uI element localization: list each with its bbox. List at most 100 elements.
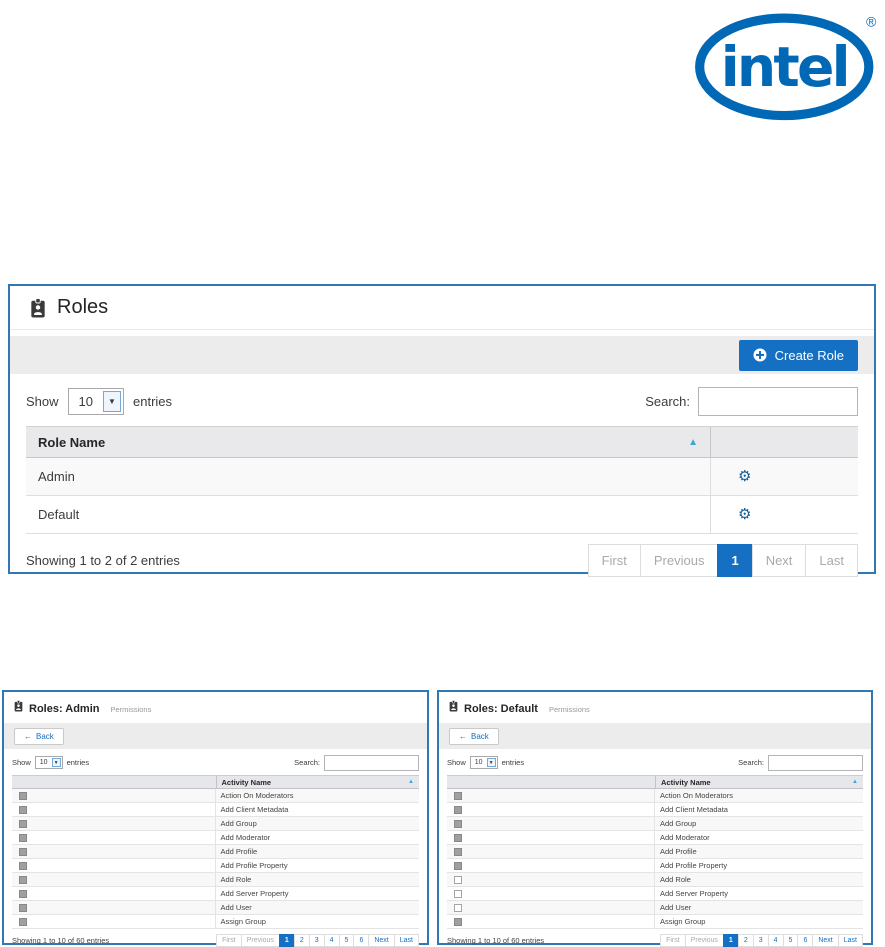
back-button[interactable]: ← Back (449, 728, 499, 745)
page-button-6[interactable]: 6 (353, 934, 369, 947)
entries-label: entries (502, 758, 525, 767)
panel-subtitle: Permissions (111, 705, 152, 714)
page-size-value: 10 (471, 759, 487, 766)
back-arrow-icon: ← (459, 732, 467, 741)
activity-checkbox[interactable] (454, 904, 462, 912)
page-size-select[interactable]: 10 ▼ (68, 388, 124, 415)
create-role-button[interactable]: Create Role (739, 340, 858, 371)
activity-row: Add Moderator (12, 831, 419, 845)
panel-subtitle: Permissions (549, 705, 590, 714)
page-button-2[interactable]: 2 (738, 934, 754, 947)
panel-title: Roles: Admin (29, 703, 100, 715)
activity-checkbox[interactable] (19, 848, 27, 856)
activity-row: Add Role (447, 873, 863, 887)
id-badge-icon (30, 298, 46, 318)
panel-toolbar: ← Back (4, 723, 427, 749)
page-button-last[interactable]: Last (394, 934, 419, 947)
column-header-activity-name[interactable]: Activity Name ▲ (216, 776, 420, 788)
page-button-5[interactable]: 5 (339, 934, 355, 947)
activity-checkbox[interactable] (19, 904, 27, 912)
gear-icon[interactable]: ⚙ (738, 469, 751, 484)
back-label: Back (36, 732, 54, 741)
column-header-role-name[interactable]: Role Name ▲ (26, 427, 710, 457)
entries-label: entries (133, 394, 172, 409)
activity-checkbox[interactable] (19, 890, 27, 898)
activity-checkbox-cell (12, 915, 216, 928)
entries-label: entries (67, 758, 90, 767)
activity-name-cell: Assign Group (216, 917, 420, 926)
activity-checkbox[interactable] (19, 918, 27, 926)
roles-admin-permissions-panel: Roles: Admin Permissions ← Back Show 10 … (2, 690, 429, 945)
activity-row: Add Profile Property (447, 859, 863, 873)
back-label: Back (471, 732, 489, 741)
activity-row: Assign Group (447, 915, 863, 929)
activity-checkbox[interactable] (454, 806, 462, 814)
activity-checkbox[interactable] (454, 890, 462, 898)
intel-logo: intel ® (694, 8, 880, 122)
activity-name-cell: Add Moderator (216, 833, 420, 842)
activity-row: Action On Moderators (447, 789, 863, 803)
entries-info: Showing 1 to 10 of 60 entries (447, 936, 544, 945)
activity-checkbox[interactable] (19, 806, 27, 814)
activity-checkbox[interactable] (19, 862, 27, 870)
chevron-down-icon: ▼ (487, 758, 496, 767)
activities-table: Activity Name ▲ Action On ModeratorsAdd … (12, 775, 419, 929)
page-button-4[interactable]: 4 (324, 934, 340, 947)
page-button-last[interactable]: Last (838, 934, 863, 947)
activity-checkbox[interactable] (454, 834, 462, 842)
page-size-select[interactable]: 10 ▼ (470, 756, 498, 769)
role-name-cell: Admin (26, 469, 710, 484)
table-controls: Show 10 ▼ entries Search: (4, 753, 427, 772)
activity-checkbox-cell (447, 831, 655, 844)
search-input[interactable] (698, 387, 858, 416)
activity-checkbox-cell (12, 789, 216, 802)
roles-table: Role Name ▲ Admin⚙Default⚙ (26, 426, 858, 534)
activity-checkbox[interactable] (454, 862, 462, 870)
activity-checkbox[interactable] (19, 834, 27, 842)
page-button-5[interactable]: 5 (783, 934, 799, 947)
search-label: Search: (294, 758, 320, 767)
roles-table-body: Admin⚙Default⚙ (26, 458, 858, 534)
search-label: Search: (645, 394, 690, 409)
page-button-next[interactable]: Next (368, 934, 394, 947)
roles-default-permissions-panel: Roles: Default Permissions ← Back Show 1… (437, 690, 873, 945)
page-button-3[interactable]: 3 (309, 934, 325, 947)
page-button-2[interactable]: 2 (294, 934, 310, 947)
activity-name-header-label: Activity Name (661, 778, 711, 787)
page-button-next[interactable]: Next (812, 934, 838, 947)
role-name-header-label: Role Name (38, 435, 105, 450)
activity-row: Add Moderator (447, 831, 863, 845)
search-input[interactable] (324, 755, 419, 771)
page-button-1[interactable]: 1 (279, 934, 295, 947)
page-button-1[interactable]: 1 (723, 934, 739, 947)
search-input[interactable] (768, 755, 863, 771)
back-button[interactable]: ← Back (14, 728, 64, 745)
page-button-6[interactable]: 6 (797, 934, 813, 947)
page-button-1[interactable]: 1 (717, 544, 752, 577)
column-header-activity-name[interactable]: Activity Name ▲ (655, 776, 863, 788)
panel-footer: Showing 1 to 10 of 60 entries FirstPrevi… (439, 929, 871, 947)
activity-row: Add Profile (447, 845, 863, 859)
back-arrow-icon: ← (24, 732, 32, 741)
activity-checkbox[interactable] (454, 918, 462, 926)
activity-checkbox[interactable] (19, 792, 27, 800)
activity-row: Add Server Property (12, 887, 419, 901)
page-size-select[interactable]: 10 ▼ (35, 756, 63, 769)
activity-name-cell: Add Client Metadata (216, 805, 420, 814)
activity-checkbox[interactable] (454, 820, 462, 828)
activity-checkbox[interactable] (454, 848, 462, 856)
activity-row: Add Group (447, 817, 863, 831)
page-button-last: Last (805, 544, 858, 577)
activity-checkbox[interactable] (454, 792, 462, 800)
page-button-4[interactable]: 4 (768, 934, 784, 947)
activity-checkbox[interactable] (19, 820, 27, 828)
activity-row: Add User (447, 901, 863, 915)
page-title: Roles (57, 296, 108, 319)
panel-header: Roles: Admin Permissions (4, 692, 427, 720)
page-button-first: First (216, 934, 242, 947)
activity-checkbox[interactable] (454, 876, 462, 884)
panel-toolbar: ← Back (439, 723, 871, 749)
page-button-3[interactable]: 3 (753, 934, 769, 947)
gear-icon[interactable]: ⚙ (738, 507, 751, 522)
activity-checkbox[interactable] (19, 876, 27, 884)
